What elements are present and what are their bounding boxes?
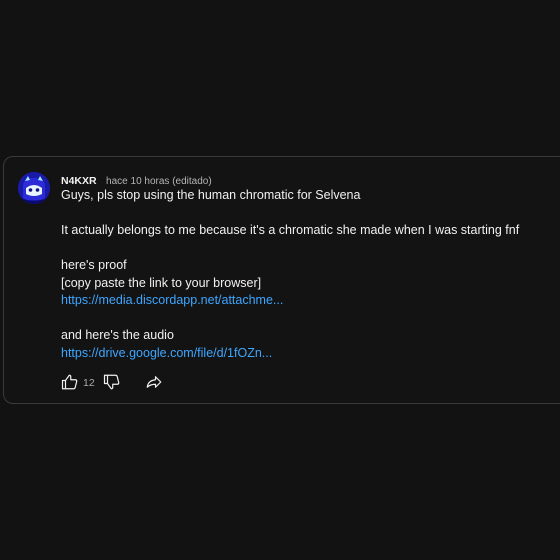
audio-link[interactable]: https://drive.google.com/file/d/1fOZn... [61, 346, 272, 360]
comment-header: N4KXR hace 10 horas (editado) [61, 171, 212, 189]
like-count: 12 [83, 377, 95, 389]
proof-link[interactable]: https://media.discordapp.net/attachme... [61, 293, 283, 307]
comment-text-line: here's proof [61, 258, 127, 272]
comment-timestamp[interactable]: hace 10 horas (editado) [106, 176, 212, 187]
dislike-button[interactable] [103, 373, 123, 393]
share-button[interactable] [145, 373, 165, 393]
author-name[interactable]: N4KXR [61, 175, 97, 187]
comment-text-line: Guys, pls stop using the human chromatic… [61, 188, 361, 202]
like-button[interactable] [61, 373, 81, 393]
avatar[interactable] [18, 172, 50, 204]
comment-text-line: [copy paste the link to your browser] [61, 276, 262, 290]
thumbs-down-icon [103, 374, 120, 390]
comment-card: N4KXR hace 10 horas (editado) Guys, pls … [3, 156, 560, 404]
avatar-icon [18, 172, 50, 204]
share-icon [146, 376, 162, 388]
thumbs-up-icon [61, 374, 78, 390]
comment-text-line: It actually belongs to me because it's a… [61, 223, 520, 237]
comment-text-line: and here's the audio [61, 328, 174, 342]
